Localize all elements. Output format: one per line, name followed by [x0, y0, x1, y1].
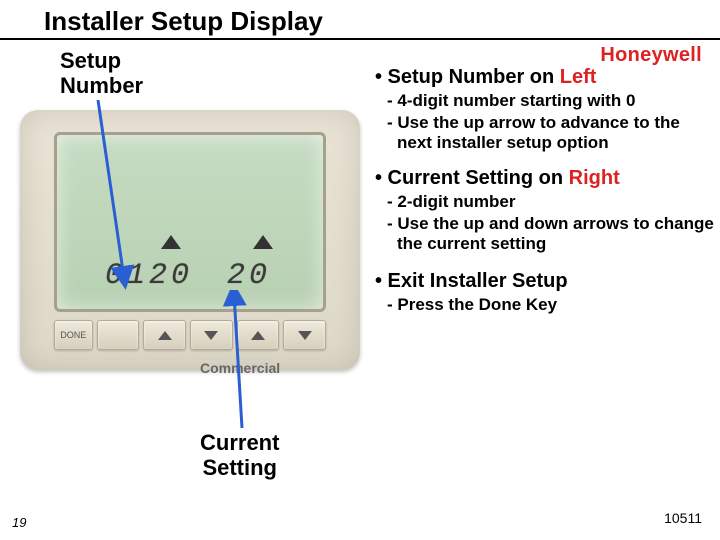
- done-button[interactable]: DONE: [54, 320, 93, 350]
- page-number: 19: [12, 515, 26, 530]
- sub-bullet: Press the Done Key: [397, 295, 715, 315]
- down-arrow-icon: [298, 331, 312, 340]
- screen-up-arrow-icon: [253, 235, 273, 249]
- setup-number-value: 0120: [105, 259, 193, 293]
- up-arrow-icon: [251, 331, 265, 340]
- down-arrow-icon: [204, 331, 218, 340]
- button-row: DONE: [54, 320, 326, 350]
- lcd-screen: 0120 20: [54, 132, 326, 312]
- bullet-current-setting: • Current Setting on Right: [375, 167, 715, 190]
- current-setting-value: 20: [227, 259, 271, 293]
- bullet-setup-number: • Setup Number on Left: [375, 66, 715, 89]
- bullet-exit: • Exit Installer Setup: [375, 270, 715, 293]
- sub-bullet: 4-digit number starting with 0: [397, 91, 715, 111]
- thermostat-device: 0120 20 DONE: [20, 110, 360, 370]
- sub-bullet: Use the up and down arrows to change the…: [397, 214, 715, 254]
- up-button[interactable]: [143, 320, 186, 350]
- commercial-label: Commercial: [200, 360, 280, 376]
- bullet-text: • Current Setting on: [375, 167, 569, 189]
- sub-bullet: 2-digit number: [397, 192, 715, 212]
- current-setting-label: Current Setting: [200, 430, 279, 481]
- highlight-right: Right: [569, 167, 620, 189]
- bullet-text: • Setup Number on: [375, 66, 560, 88]
- blank-button[interactable]: [97, 320, 140, 350]
- down-button[interactable]: [283, 320, 326, 350]
- notes-column: • Setup Number on Left 4-digit number st…: [375, 62, 715, 317]
- up-arrow-icon: [158, 331, 172, 340]
- screen-up-arrow-icon: [161, 235, 181, 249]
- highlight-left: Left: [560, 66, 597, 88]
- slide-title: Installer Setup Display: [44, 6, 720, 37]
- title-underline: [0, 38, 720, 40]
- sub-bullet: Use the up arrow to advance to the next …: [397, 113, 715, 153]
- up-button[interactable]: [237, 320, 280, 350]
- down-button[interactable]: [190, 320, 233, 350]
- code-number: 10511: [664, 510, 702, 526]
- setup-number-label: Setup Number: [60, 48, 143, 99]
